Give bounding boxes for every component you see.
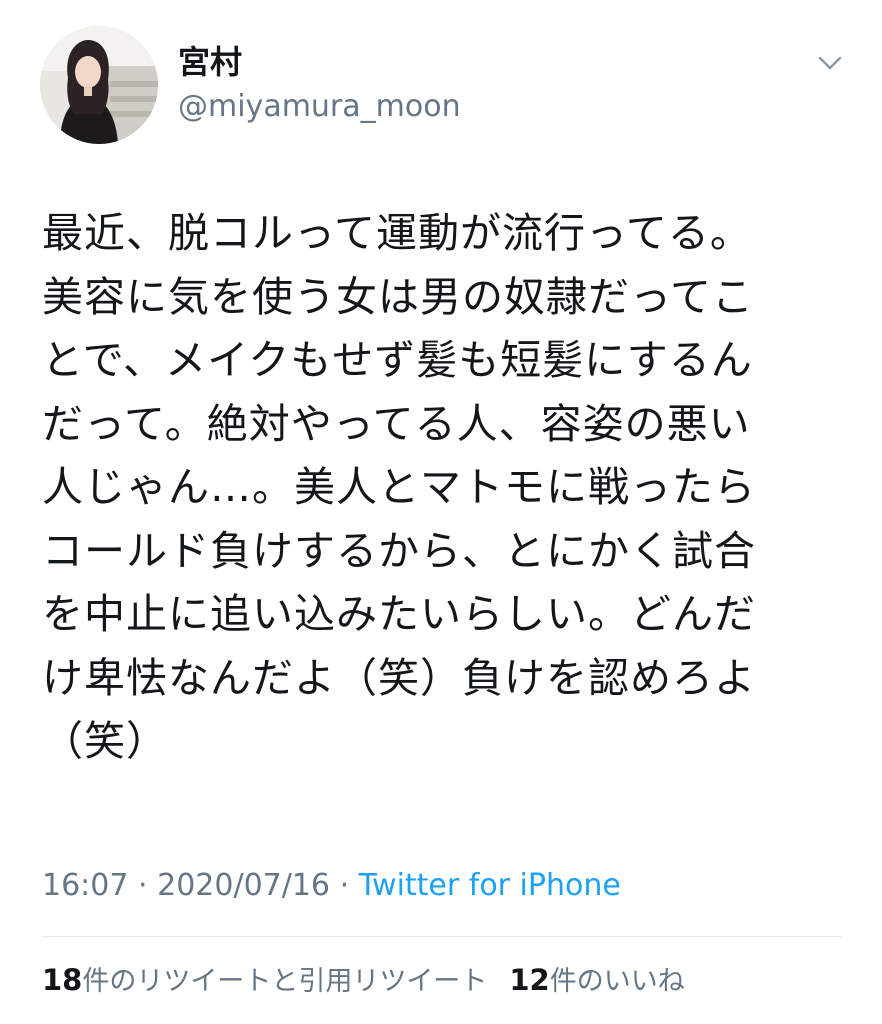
divider xyxy=(42,936,842,937)
chevron-down-icon[interactable] xyxy=(815,52,845,74)
tweet-date[interactable]: 2020/07/16 xyxy=(157,868,330,903)
retweets-stat[interactable]: 18件のリツイートと引用リツイート xyxy=(42,958,487,1004)
retweet-count: 18 xyxy=(42,963,83,997)
tweet-text-line: コールド負けするから、とにかく試合 xyxy=(42,526,756,575)
user-info[interactable]: 宮村 @miyamura_moon xyxy=(178,40,461,128)
avatar[interactable] xyxy=(40,26,158,144)
tweet-text: 最近、脱コルって運動が流行ってる。 美容に気を使う女は男の奴隷だってこ とで、メ… xyxy=(42,202,842,774)
retweet-label: 件のリツイートと引用リツイート xyxy=(82,966,488,997)
tweet-source-link[interactable]: Twitter for iPhone xyxy=(359,868,621,903)
tweet-stats: 18件のリツイートと引用リツイート 12件のいいね xyxy=(42,958,685,1004)
tweet-text-line: とで、メイクもせず髪も短髪にするん xyxy=(42,336,753,384)
likes-stat[interactable]: 12件のいいね xyxy=(509,958,684,1004)
tweet-text-line: （笑） xyxy=(42,717,168,765)
tweet-text-line: を中止に追い込みたいらしい。どんだ xyxy=(42,590,756,638)
tweet-meta: 16:07 · 2020/07/16 · Twitter for iPhone xyxy=(42,864,621,908)
tweet-text-line: 美容に気を使う女は男の奴隷だってこ xyxy=(42,272,754,321)
handle[interactable]: @miyamura_moon xyxy=(178,86,461,128)
tweet-text-line: だって。絶対やってる人、容姿の悪い xyxy=(42,399,751,448)
meta-separator: · xyxy=(339,868,350,903)
tweet-time[interactable]: 16:07 xyxy=(42,868,128,903)
like-label: 件のいいね xyxy=(549,966,685,997)
profile-photo xyxy=(40,26,158,144)
like-count: 12 xyxy=(509,963,550,997)
meta-separator: · xyxy=(138,868,148,903)
tweet-text-line: 人じゃん…。美人とマトモに戦ったら xyxy=(42,463,756,511)
tweet-text-line: 最近、脱コルって運動が流行ってる。 xyxy=(42,209,752,257)
display-name[interactable]: 宮村 xyxy=(178,40,461,84)
tweet-detail: 宮村 @miyamura_moon 最近、脱コルって運動が流行ってる。 美容に気… xyxy=(0,0,882,1024)
tweet-text-line: け卑怯なんだよ（笑）負けを認めろよ xyxy=(42,653,756,702)
